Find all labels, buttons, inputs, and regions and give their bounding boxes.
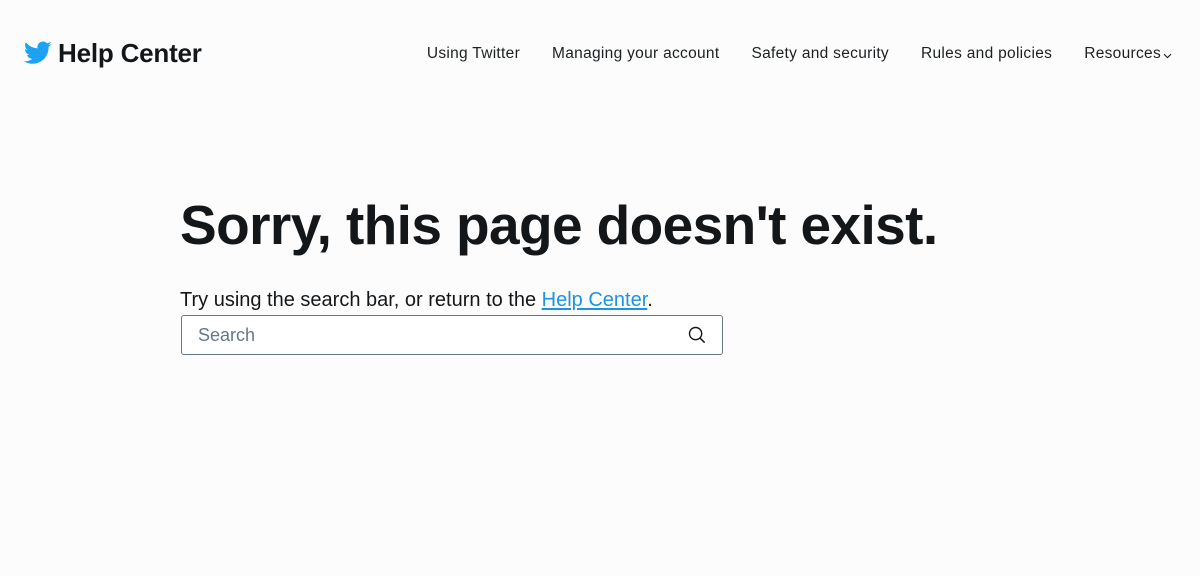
brand-link[interactable]: Help Center bbox=[24, 36, 202, 70]
twitter-bird-icon bbox=[24, 41, 52, 64]
brand-title: Help Center bbox=[58, 38, 202, 68]
nav-item-managing-account[interactable]: Managing your account bbox=[552, 43, 719, 65]
help-message: Try using the search bar, or return to t… bbox=[180, 288, 653, 312]
help-center-link[interactable]: Help Center bbox=[542, 289, 648, 311]
help-message-text: Try using the search bar, or return to t… bbox=[180, 289, 542, 311]
main-content: Sorry, this page doesn't exist. Try usin… bbox=[180, 192, 1080, 355]
page-title: Sorry, this page doesn't exist. bbox=[180, 194, 938, 256]
nav-item-rules-policies[interactable]: Rules and policies bbox=[921, 43, 1052, 65]
site-header: Help Center Using Twitter Managing your … bbox=[0, 0, 1200, 108]
chevron-down-icon bbox=[1163, 53, 1172, 58]
nav-item-resources[interactable]: Resources bbox=[1084, 43, 1172, 65]
search-input[interactable] bbox=[198, 316, 678, 354]
nav-item-safety-security[interactable]: Safety and security bbox=[751, 43, 889, 65]
main-nav: Using Twitter Managing your account Safe… bbox=[427, 43, 1172, 65]
nav-item-resources-label: Resources bbox=[1084, 45, 1161, 62]
nav-item-using-twitter[interactable]: Using Twitter bbox=[427, 43, 520, 65]
search-bar bbox=[181, 315, 723, 355]
help-message-period: . bbox=[647, 289, 653, 311]
search-icon[interactable] bbox=[687, 325, 707, 345]
